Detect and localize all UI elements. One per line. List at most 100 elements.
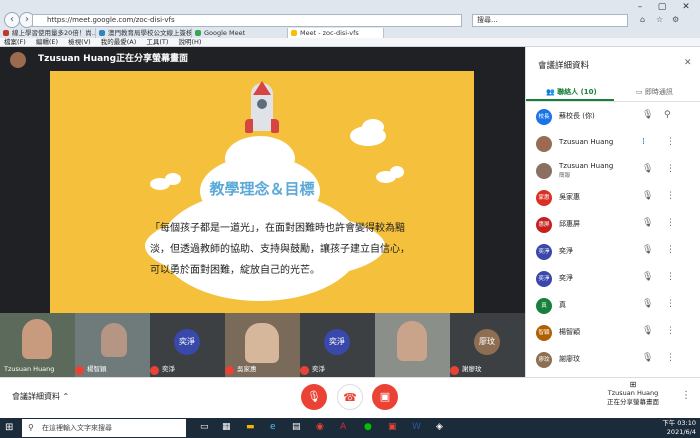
participant-name: 奕淨 [162,365,175,373]
participant-subtitle: 簡報 [559,173,571,179]
word-icon[interactable]: W [412,422,421,432]
taskbar-search-box[interactable]: ⚲ 在這裡輸入文字來搜尋 [22,419,186,437]
participant-name: 吳家惠 [559,193,580,201]
tab-item-1[interactable]: 線上學習使用量多20倍！尚... [0,28,96,38]
tab-people[interactable]: 👥 聯絡人 (10) [546,87,597,97]
participant-name: Tzusuan Huang [4,365,55,373]
address-bar[interactable]: https://meet.google.com/zoc-disi-vfs [32,14,462,27]
media-icon[interactable]: ◈ [436,422,443,432]
participant-tile[interactable]: 楊智穎 [75,313,150,377]
participant-row[interactable]: 智穎 楊智穎 🎙 ⋮ [526,319,700,346]
tab-item-2[interactable]: 澳門教育局學校公文線上簽核... [96,28,192,38]
participant-tile[interactable] [375,313,450,377]
menu-file[interactable]: 檔案(F) [4,38,26,46]
participant-avatar: 校長 [536,109,552,125]
participant-row[interactable]: 奕淨 奕淨 🎙 ⋮ [526,238,700,265]
menu-tools[interactable]: 工具(T) [146,38,168,46]
participant-row[interactable]: 惠屏 邱惠屏 🎙 ⋮ [526,211,700,238]
rocket-window-icon [257,99,267,109]
file-explorer-icon[interactable]: ▬ [246,422,255,432]
more-options-icon[interactable]: ⋮ [666,191,675,201]
participant-tile[interactable]: 奕淨 奕淨 [300,313,375,377]
clock-date: 2021/6/4 [666,428,696,436]
store-icon[interactable]: ▤ [292,422,301,432]
photos-icon[interactable]: ▣ [388,422,397,432]
line-app-icon[interactable]: ● [364,422,372,432]
participant-row[interactable]: 奕淨 奕淨 🎙 ⋮ [526,265,700,292]
presenter-banner: Tzusuan Huang正在分享螢幕畫面 [38,54,189,64]
system-clock[interactable]: 下午 03:10 2021/6/4 [640,419,696,437]
participant-name: 邱惠屏 [559,220,580,228]
favorites-star-icon[interactable]: ☆ [656,15,663,24]
menu-edit[interactable]: 編輯(E) [36,38,58,46]
more-options-icon[interactable]: ⋮ [666,299,675,309]
more-options-icon[interactable]: ⋮ [666,164,675,174]
participant-row[interactable]: 真 真 🎙 ⋮ [526,292,700,319]
chrome-icon[interactable]: ◉ [316,422,324,432]
tab-favicon [195,30,201,36]
maximize-button[interactable]: ▢ [652,2,672,12]
home-icon[interactable]: ⌂ [640,15,645,24]
browser-search-box[interactable]: 搜尋... [472,14,628,27]
more-options-icon[interactable]: ⋮ [666,245,675,255]
close-window-button[interactable]: ✕ [676,2,696,12]
pin-icon[interactable]: ⚲ [664,110,671,120]
participant-row[interactable]: 廖玟 謝廖玟 🎙 ⋮ [526,346,700,373]
leave-call-button[interactable]: ☎ [337,384,363,410]
muted-mic-icon [225,366,234,375]
participant-tile[interactable]: 奕淨 奕淨 [150,313,225,377]
rocket-fin-icon [271,119,279,133]
participant-tile[interactable]: Tzusuan Huang [0,313,75,377]
participant-name: 奕淨 [559,247,573,255]
camera-toggle-button[interactable]: ▣ [372,384,398,410]
tab-item-4[interactable]: Meet - zoc-disi-vfs [288,28,384,38]
meeting-details-panel: 會議詳細資料 ✕ 👥 聯絡人 (10) ▭ 即時通訊 校長 蘇校長 (你) 🎙 … [525,47,700,377]
mic-off-icon: 🎙 [642,326,654,336]
mic-toggle-button[interactable]: 🎙 [301,384,327,410]
mic-off-icon: 🎙 [642,218,654,228]
menu-help[interactable]: 說明(H) [179,38,202,46]
menu-favorites[interactable]: 我的最愛(A) [101,38,137,46]
more-options-icon[interactable]: ⋮ [666,137,675,147]
participant-name: 謝廖玟 [462,365,482,373]
address-text: https://meet.google.com/zoc-disi-vfs [47,16,175,24]
participant-avatar: 智穎 [536,325,552,341]
participant-tile[interactable]: 廖玟 謝廖玟 [450,313,525,377]
tab-label: 線上學習使用量多20倍！尚... [12,29,96,37]
back-button[interactable]: ‹ [4,12,20,28]
participant-row[interactable]: 家惠 吳家惠 🎙 ⋮ [526,184,700,211]
menu-view[interactable]: 檢視(V) [68,38,91,46]
participant-avatar: 奕淨 [174,329,200,355]
participant-name: 奕淨 [312,365,325,373]
more-options-icon[interactable]: ⋮ [666,326,675,336]
more-options-icon[interactable]: ⋮ [681,390,691,401]
participant-avatar: 惠屏 [536,217,552,233]
settings-gear-icon[interactable]: ⚙ [672,15,679,24]
presenting-button[interactable]: ⊞ Tzusuan Huang 正在分享螢幕畫面 [596,380,670,407]
participant-name: 奕淨 [559,274,573,282]
search-icon: ⚲ [28,423,34,432]
mic-off-icon: 🎙 [307,390,321,403]
small-cloud-shape [362,119,384,135]
participant-row[interactable]: Tzusuan Huang ⁞ ⋮ [526,130,700,157]
minimize-button[interactable]: – [630,2,650,12]
app-grid-icon[interactable]: ▦ [222,422,231,432]
tab-people-label: 聯絡人 (10) [557,88,597,96]
task-view-icon[interactable]: ▭ [200,422,209,432]
participant-avatar [536,163,552,179]
tab-item-3[interactable]: Google Meet [192,28,288,38]
more-options-icon[interactable]: ⋮ [666,218,675,228]
close-panel-icon[interactable]: ✕ [684,58,692,68]
internet-explorer-icon[interactable]: e [270,422,276,432]
windows-start-icon[interactable]: ⊞ [5,422,13,433]
participant-avatar: 家惠 [536,190,552,206]
participant-avatar: 奕淨 [324,329,350,355]
participant-row[interactable]: 校長 蘇校長 (你) 🎙 ⚲ [526,103,700,130]
tab-chat[interactable]: ▭ 即時通訊 [636,87,673,97]
participant-tile[interactable]: 吳家惠 [225,313,300,377]
meeting-details-button[interactable]: 會議詳細資料 ⌃ [12,391,69,402]
more-options-icon[interactable]: ⋮ [666,272,675,282]
acrobat-icon[interactable]: A [340,422,346,432]
participant-row[interactable]: Tzusuan Huang 簡報 🎙 ⋮ [526,157,700,184]
more-options-icon[interactable]: ⋮ [666,353,675,363]
